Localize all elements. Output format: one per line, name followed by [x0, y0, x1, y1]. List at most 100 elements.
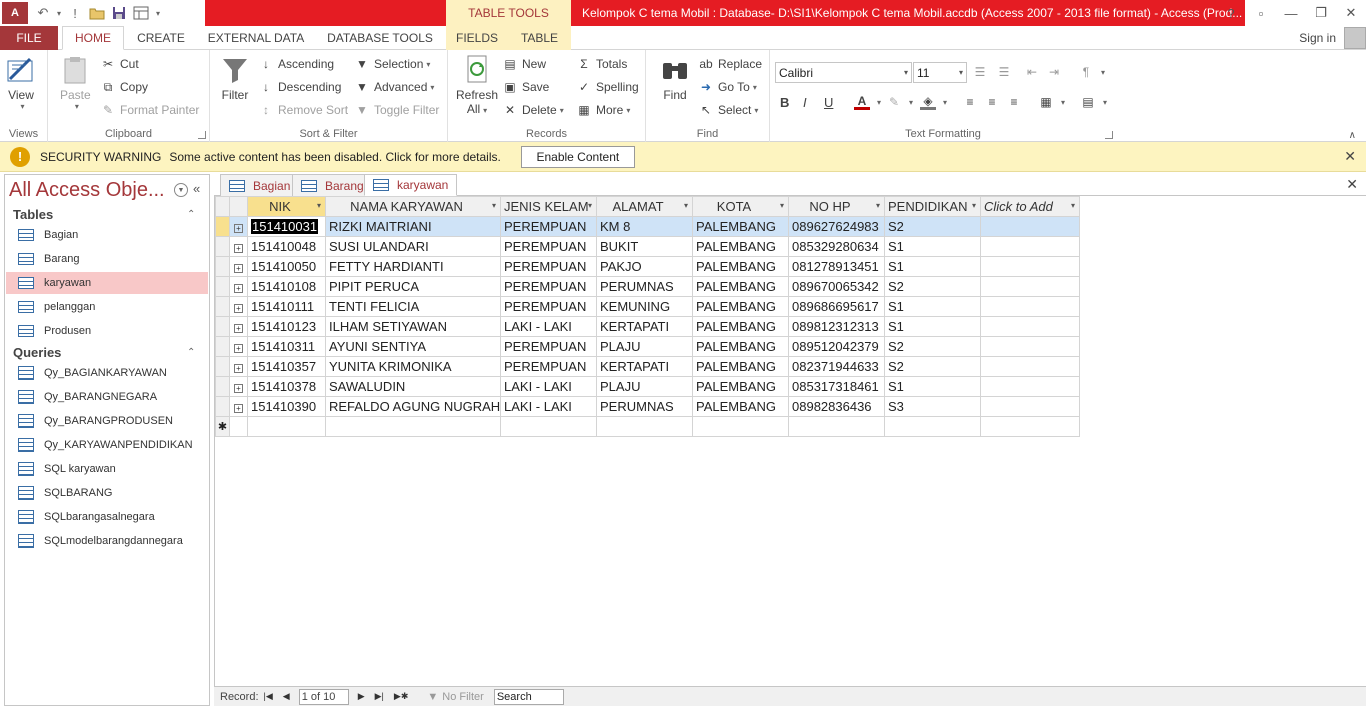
table-cell[interactable]: 08982836436 [788, 396, 885, 417]
table-cell[interactable] [980, 216, 1080, 237]
column-header[interactable]: JENIS KELAM ▾ [500, 196, 597, 217]
table-cell[interactable]: SAWALUDIN [325, 376, 501, 397]
column-header[interactable]: NAMA KARYAWAN ▾ [325, 196, 501, 217]
table-row[interactable]: +151410108 PIPIT PERUCA PEREMPUAN PERUMNAS P… [215, 276, 1080, 297]
table-cell[interactable]: 151410123 [247, 316, 326, 337]
first-record-icon[interactable]: |◀ [264, 691, 273, 702]
tab-database-tools[interactable]: DATABASE TOOLS [318, 26, 442, 50]
table-cell[interactable] [884, 416, 981, 437]
tab-home[interactable]: HOME [62, 26, 124, 50]
table-cell[interactable]: KERTAPATI [596, 316, 693, 337]
expand-plus-icon[interactable]: + [234, 224, 243, 233]
expand-cell[interactable]: + [229, 296, 248, 317]
collapse-group-icon[interactable]: ⌃ [187, 347, 195, 358]
fill-color-button[interactable]: ◈ ▾ [920, 92, 947, 112]
table-cell[interactable] [325, 416, 501, 437]
table-cell[interactable]: PALEMBANG [692, 236, 789, 257]
table-cell[interactable]: 089686695617 [788, 296, 885, 317]
row-selector[interactable] [215, 396, 230, 417]
avatar[interactable] [1344, 27, 1366, 49]
table-cell[interactable]: KM 8 [596, 216, 693, 237]
refresh-all-button[interactable]: Refresh All ▾ [456, 54, 498, 116]
expand-plus-icon[interactable]: + [234, 264, 243, 273]
chevron-down-icon[interactable]: ▾ [972, 201, 976, 210]
table-cell[interactable]: RIZKI MAITRIANI [325, 216, 501, 237]
collapse-group-icon[interactable]: ⌃ [187, 209, 195, 220]
nav-item-table[interactable]: Bagian [6, 224, 208, 246]
tab-external-data[interactable]: EXTERNAL DATA [200, 26, 312, 50]
help-icon[interactable]: ? [1216, 0, 1246, 26]
column-header[interactable]: KOTA ▾ [692, 196, 789, 217]
row-selector[interactable] [215, 236, 230, 257]
table-cell[interactable]: PALEMBANG [692, 216, 789, 237]
expand-cell[interactable]: + [229, 276, 248, 297]
table-row[interactable]: +151410031 RIZKI MAITRIANI PEREMPUAN KM 8 PA… [215, 216, 1080, 237]
table-cell[interactable]: S1 [884, 296, 981, 317]
table-cell[interactable]: 151410108 [247, 276, 326, 297]
table-cell[interactable]: PEREMPUAN [500, 276, 597, 297]
ascending-button[interactable]: ↓ Ascending [258, 54, 334, 74]
expand-cell[interactable]: + [229, 396, 248, 417]
descending-button[interactable]: ↓ Descending [258, 77, 341, 97]
align-left-button[interactable]: ≡ [962, 92, 982, 112]
align-center-button[interactable]: ≡ [984, 92, 1004, 112]
save-icon[interactable] [108, 2, 130, 24]
table-cell[interactable] [980, 256, 1080, 277]
last-record-icon[interactable]: ▶| [375, 691, 384, 702]
table-cell[interactable]: 151410111 [247, 296, 326, 317]
nav-item-query[interactable]: SQL karyawan [6, 458, 208, 480]
row-selector[interactable] [215, 316, 230, 337]
expand-plus-icon[interactable]: + [234, 304, 243, 313]
table-row[interactable]: +151410390 REFALDO AGUNG NUGRAHA LAKI - LA… [215, 396, 1080, 417]
table-cell[interactable]: ILHAM SETIYAWAN [325, 316, 501, 337]
chevron-down-icon[interactable]: ▾ [904, 68, 908, 77]
row-selector[interactable] [215, 216, 230, 237]
table-cell[interactable]: LAKI - LAKI [500, 316, 597, 337]
paragraph-direction-button[interactable]: ¶ ▾ [1078, 62, 1105, 82]
table-cell[interactable]: PALEMBANG [692, 336, 789, 357]
expand-plus-icon[interactable]: + [234, 284, 243, 293]
chevron-down-icon[interactable]: ▾ [588, 201, 592, 210]
table-cell[interactable]: 151410031 [247, 216, 326, 237]
font-name-combo[interactable]: Calibri ▾ [775, 62, 912, 83]
table-cell[interactable] [980, 296, 1080, 317]
table-cell[interactable] [980, 356, 1080, 377]
tab-table[interactable]: TABLE [508, 26, 571, 50]
collapse-ribbon-icon[interactable]: ∧ [1349, 130, 1356, 141]
expand-cell[interactable]: + [229, 256, 248, 277]
table-cell[interactable]: PEREMPUAN [500, 216, 597, 237]
doc-tab-barang[interactable]: Barang [292, 174, 373, 196]
table-cell[interactable]: 081278913451 [788, 256, 885, 277]
expand-plus-icon[interactable]: + [234, 384, 243, 393]
table-row[interactable]: +151410378 SAWALUDIN LAKI - LAKI PLAJU PALEM… [215, 376, 1080, 397]
nav-item-query[interactable]: Qy_BARANGNEGARA [6, 386, 208, 408]
table-cell[interactable] [980, 236, 1080, 257]
customize-icon[interactable] [130, 2, 152, 24]
table-cell[interactable]: PEREMPUAN [500, 336, 597, 357]
table-cell[interactable]: S3 [884, 396, 981, 417]
expand-cell[interactable]: + [229, 236, 248, 257]
previous-record-icon[interactable]: ◀ [283, 691, 290, 702]
table-row[interactable]: +151410311 AYUNI SENTIYA PEREMPUAN PLAJU PAL… [215, 336, 1080, 357]
expand-cell[interactable]: + [229, 336, 248, 357]
table-row[interactable]: +151410357 YUNITA KRIMONIKA PEREMPUAN KERTA… [215, 356, 1080, 377]
nav-item-query[interactable]: Qy_KARYAWANPENDIDIKAN [6, 434, 208, 456]
table-cell[interactable]: S1 [884, 256, 981, 277]
nav-pane-title[interactable]: All Access Obje... [9, 179, 167, 202]
column-header[interactable]: NIK ▾ [247, 196, 326, 217]
go-to-button[interactable]: ➜ Go To ▾ [698, 77, 757, 97]
search-input[interactable]: Search [493, 688, 564, 705]
table-cell[interactable]: PALEMBANG [692, 356, 789, 377]
table-cell[interactable]: PLAJU [596, 336, 693, 357]
table-cell[interactable]: 089670065342 [788, 276, 885, 297]
table-cell[interactable]: S1 [884, 376, 981, 397]
table-cell[interactable]: PERUMNAS [596, 396, 693, 417]
expand-cell[interactable]: + [229, 376, 248, 397]
toggle-filter-button[interactable]: ▼ Toggle Filter [354, 100, 439, 120]
column-header[interactable]: ALAMAT ▾ [596, 196, 693, 217]
table-cell[interactable]: LAKI - LAKI [500, 396, 597, 417]
table-cell[interactable]: BUKIT [596, 236, 693, 257]
table-cell[interactable]: YUNITA KRIMONIKA [325, 356, 501, 377]
table-row[interactable]: +151410123 ILHAM SETIYAWAN LAKI - LAKI KERT… [215, 316, 1080, 337]
more-button[interactable]: ▦ More ▾ [576, 100, 630, 120]
